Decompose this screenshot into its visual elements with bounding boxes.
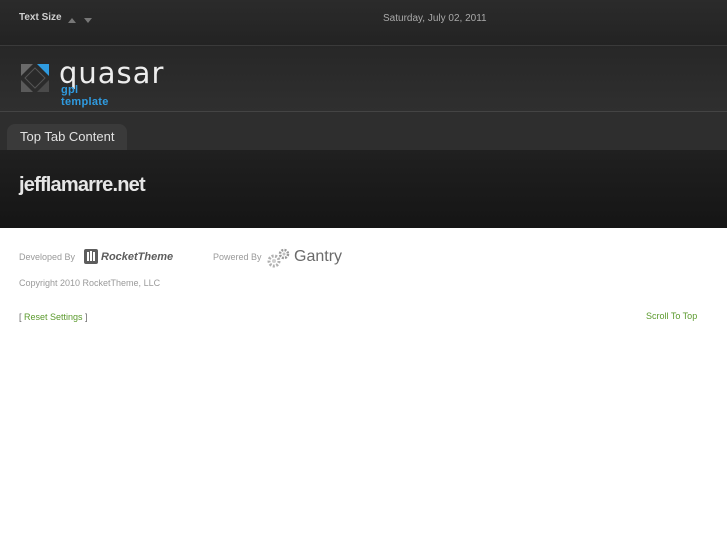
current-date: Saturday, July 02, 2011 [383, 13, 487, 24]
reset-settings-link[interactable]: Reset Settings [24, 312, 83, 322]
gantry-link[interactable]: Gantry [294, 248, 342, 266]
rockettheme-icon [84, 249, 98, 264]
text-size-label: Text Size [19, 12, 62, 23]
increase-text-size-icon[interactable] [68, 18, 76, 23]
text-size-controls [68, 12, 96, 30]
decrease-text-size-icon[interactable] [84, 18, 93, 23]
powered-by-label: Powered By [213, 252, 262, 262]
quasar-logo-icon [21, 64, 49, 92]
scroll-to-top-link[interactable]: Scroll To Top [646, 311, 697, 321]
gear-icon [267, 248, 290, 268]
rockettheme-link[interactable]: RocketTheme [101, 251, 173, 263]
top-bar: Text Size Saturday, July 02, 2011 [0, 0, 727, 46]
tab-top-tab-content[interactable]: Top Tab Content [7, 124, 128, 151]
logo-subtitle: gpl template [61, 84, 109, 108]
showcase: jefflamarre.net [0, 150, 727, 228]
bracket-close: ] [82, 312, 88, 322]
header: quasar gpl template [0, 46, 727, 112]
site-title: jefflamarre.net [19, 174, 146, 196]
copyright-text: Copyright 2010 RocketTheme, LLC [19, 278, 161, 288]
tab-bar: Top Tab Content [0, 112, 727, 151]
reset-settings: [ Reset Settings ] [19, 312, 88, 322]
developed-by-label: Developed By [19, 252, 76, 262]
